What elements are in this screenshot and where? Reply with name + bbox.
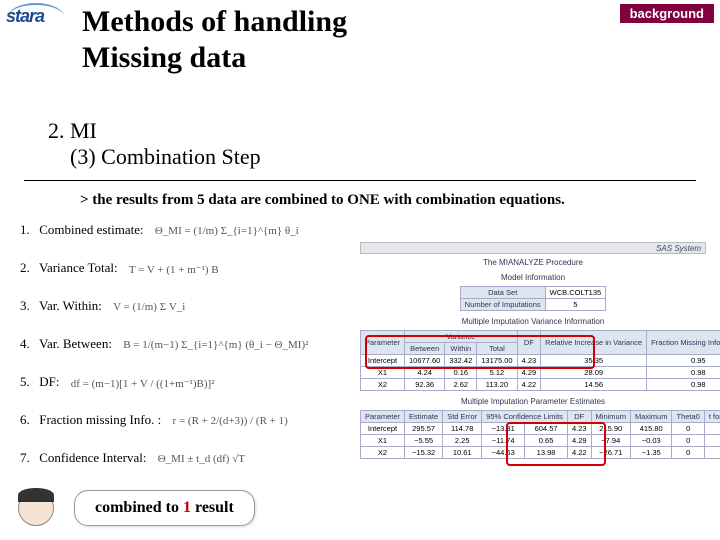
table-row: Intercept295.57114.78−13.31604.574.23215… [361,423,720,435]
model-info-title: Model Information [360,269,706,284]
list-item: 7. Confidence Interval: Θ_MI ± t_d (df) … [20,450,308,466]
slide-title: Methods of handling Missing data [82,4,347,76]
table-row: Number of Imputations5 [460,299,605,311]
cartoon-face-icon [12,486,60,534]
param-est-table: Parameter Estimate Std Error 95% Confide… [360,410,720,459]
list-item: 6. Fraction missing Info. : r = (R + 2/(… [20,412,308,428]
table-row: X1−5.552.25−11.740.654.29−7.94−0.030−2.4… [361,435,720,447]
section-line-2: (3) Combination Step [48,144,261,170]
divider-line [24,180,696,181]
list-item: 4. Var. Between: B = 1/(m−1) Σ_{i=1}^{m}… [20,336,308,352]
table-row: X292.362.62113.204.2214.560.980.84 [361,379,720,391]
formula: r = (R + 2/(d+3)) / (R + 1) [173,415,288,427]
table-row: Intercept10677.60332.4213175.004.2335.35… [361,355,720,367]
background-badge: background [620,4,714,23]
list-item: 5. DF: df = (m−1)[1 + V / ((1+m⁻¹)B)]² [20,374,308,390]
variance-info-title: Multiple Imputation Variance Information [360,313,706,328]
sas-system-header: SAS System [360,242,706,254]
title-line-2: Missing data [82,40,347,76]
formula: B = 1/(m−1) Σ_{i=1}^{m} (θ_i − Θ_MI)² [123,339,308,351]
param-est-title: Multiple Imputation Parameter Estimates [360,393,706,408]
table-row: X14.240.165.124.2928.090.980.84 [361,367,720,379]
table-row: Data SetWCB.COLT135 [460,287,605,299]
formula: df = (m−1)[1 + V / ((1+m⁻¹)B)]² [71,377,215,390]
combination-note: > the results from 5 data are combined t… [80,192,565,209]
table-row: Parameter Variance DF Relative Increase … [361,331,720,343]
model-info-table: Data SetWCB.COLT135 Number of Imputation… [460,286,606,311]
list-item: 3. Var. Within: V = (1/m) Σ V_i [20,298,308,314]
title-line-1: Methods of handling [82,4,347,40]
speech-bubble: combined to 1 result [74,490,255,526]
section-line-1: 2. MI [48,118,261,144]
variance-info-table: Parameter Variance DF Relative Increase … [360,330,720,391]
table-row: X2−15.3210.61−44.6313.984.22−26.71−1.350… [361,447,720,459]
formula-list: 1. Combined estimate: Θ_MI = (1/m) Σ_{i=… [20,222,308,488]
formula: T = V + (1 + m⁻¹) B [129,263,219,276]
sas-proc-title: The MIANALYZE Procedure [360,254,706,269]
stata-logo: stara [6,6,68,36]
formula: Θ_MI = (1/m) Σ_{i=1}^{m} θ_i [155,225,299,237]
table-row: Parameter Estimate Std Error 95% Confide… [361,411,720,423]
list-item: 1. Combined estimate: Θ_MI = (1/m) Σ_{i=… [20,222,308,238]
formula: V = (1/m) Σ V_i [113,301,185,313]
list-item: 2. Variance Total: T = V + (1 + m⁻¹) B [20,260,308,276]
section-heading: 2. MI (3) Combination Step [48,118,261,170]
sas-output-panel: SAS System The MIANALYZE Procedure Model… [360,242,706,461]
formula: Θ_MI ± t_d (df) √T [158,453,245,465]
